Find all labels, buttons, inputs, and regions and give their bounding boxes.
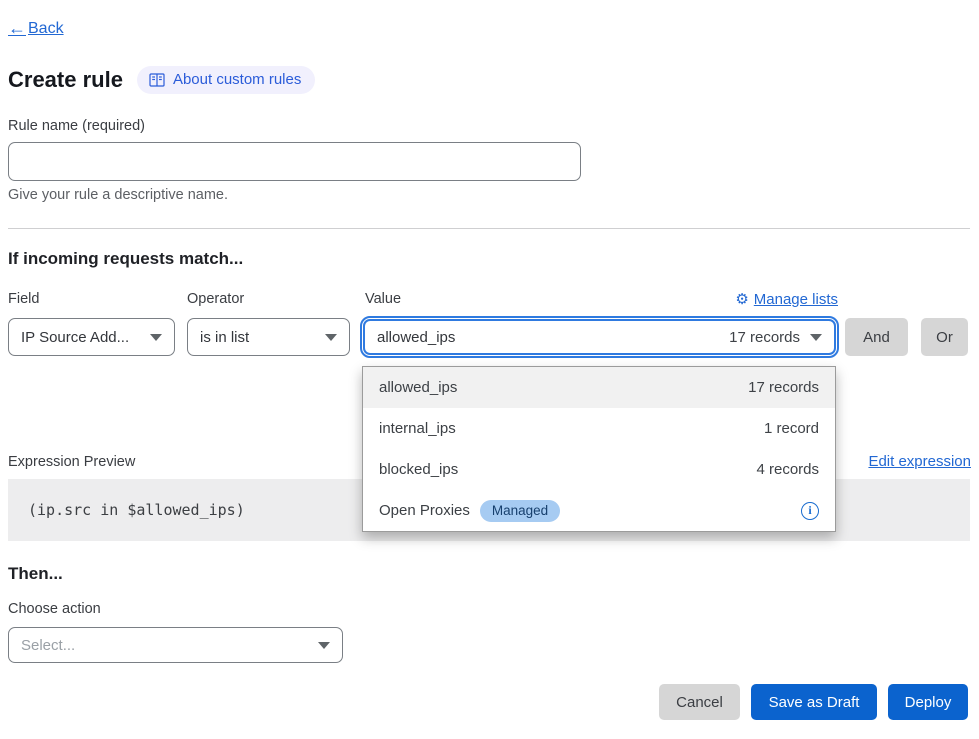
info-icon[interactable]: i [801, 502, 819, 520]
list-option-records: 17 records [748, 379, 819, 396]
manage-lists-label: Manage lists [754, 291, 838, 308]
chevron-down-icon [325, 334, 337, 341]
action-select[interactable]: Select... [8, 627, 343, 663]
list-option-allowed-ips[interactable]: allowed_ips 17 records [363, 367, 835, 408]
back-arrow-icon: ← [8, 18, 26, 39]
list-option-internal-ips[interactable]: internal_ips 1 record [363, 408, 835, 449]
then-section-heading: Then... [8, 564, 63, 584]
list-option-name: allowed_ips [379, 379, 457, 396]
field-label: Field [8, 291, 39, 307]
operator-label: Operator [187, 291, 244, 307]
value-select[interactable]: allowed_ips 17 records [363, 319, 836, 355]
value-label: Value [365, 291, 401, 307]
rule-name-input[interactable] [8, 142, 581, 181]
rule-name-label: Rule name (required) [8, 118, 145, 134]
title-row: Create rule About custom rules [8, 66, 315, 94]
expression-preview-label: Expression Preview [8, 454, 135, 470]
list-dropdown-panel: allowed_ips 17 records internal_ips 1 re… [362, 366, 836, 532]
chevron-down-icon [150, 334, 162, 341]
list-option-records: 1 record [764, 420, 819, 437]
value-records-count: 17 records [729, 329, 800, 346]
chevron-down-icon [318, 642, 330, 649]
operator-select[interactable]: is in list [187, 318, 350, 356]
list-option-name: internal_ips [379, 420, 456, 437]
save-as-draft-button[interactable]: Save as Draft [751, 684, 877, 720]
operator-select-value: is in list [200, 329, 315, 346]
about-badge-label: About custom rules [173, 71, 301, 88]
match-section-heading: If incoming requests match... [8, 249, 243, 269]
action-select-placeholder: Select... [21, 637, 308, 654]
field-select-value: IP Source Add... [21, 329, 140, 346]
list-option-records: 4 records [756, 461, 819, 478]
book-icon [149, 73, 165, 87]
list-option-open-proxies[interactable]: Open Proxies Managed i [363, 490, 835, 531]
list-option-name: blocked_ips [379, 461, 458, 478]
deploy-button[interactable]: Deploy [888, 684, 968, 720]
cancel-button[interactable]: Cancel [659, 684, 740, 720]
list-option-blocked-ips[interactable]: blocked_ips 4 records [363, 449, 835, 490]
page-title: Create rule [8, 67, 123, 93]
and-button[interactable]: And [845, 318, 908, 356]
managed-badge: Managed [480, 500, 560, 522]
manage-lists-link[interactable]: ⚙ Manage lists [735, 290, 838, 308]
chevron-down-icon [810, 334, 822, 341]
list-option-name: Open Proxies [379, 502, 470, 519]
or-button[interactable]: Or [921, 318, 968, 356]
back-link[interactable]: ←Back [8, 18, 64, 39]
footer-actions: Cancel Save as Draft Deploy [659, 684, 968, 720]
edit-expression-link[interactable]: Edit expression [868, 453, 971, 470]
expression-code: (ip.src in $allowed_ips) [28, 501, 245, 519]
back-label: Back [28, 20, 64, 38]
field-select[interactable]: IP Source Add... [8, 318, 175, 356]
section-divider [8, 228, 970, 229]
about-custom-rules-link[interactable]: About custom rules [137, 66, 315, 94]
value-select-value: allowed_ips [377, 329, 455, 346]
choose-action-label: Choose action [8, 601, 101, 617]
gear-icon: ⚙ [735, 290, 748, 308]
rule-name-helper: Give your rule a descriptive name. [8, 187, 228, 203]
